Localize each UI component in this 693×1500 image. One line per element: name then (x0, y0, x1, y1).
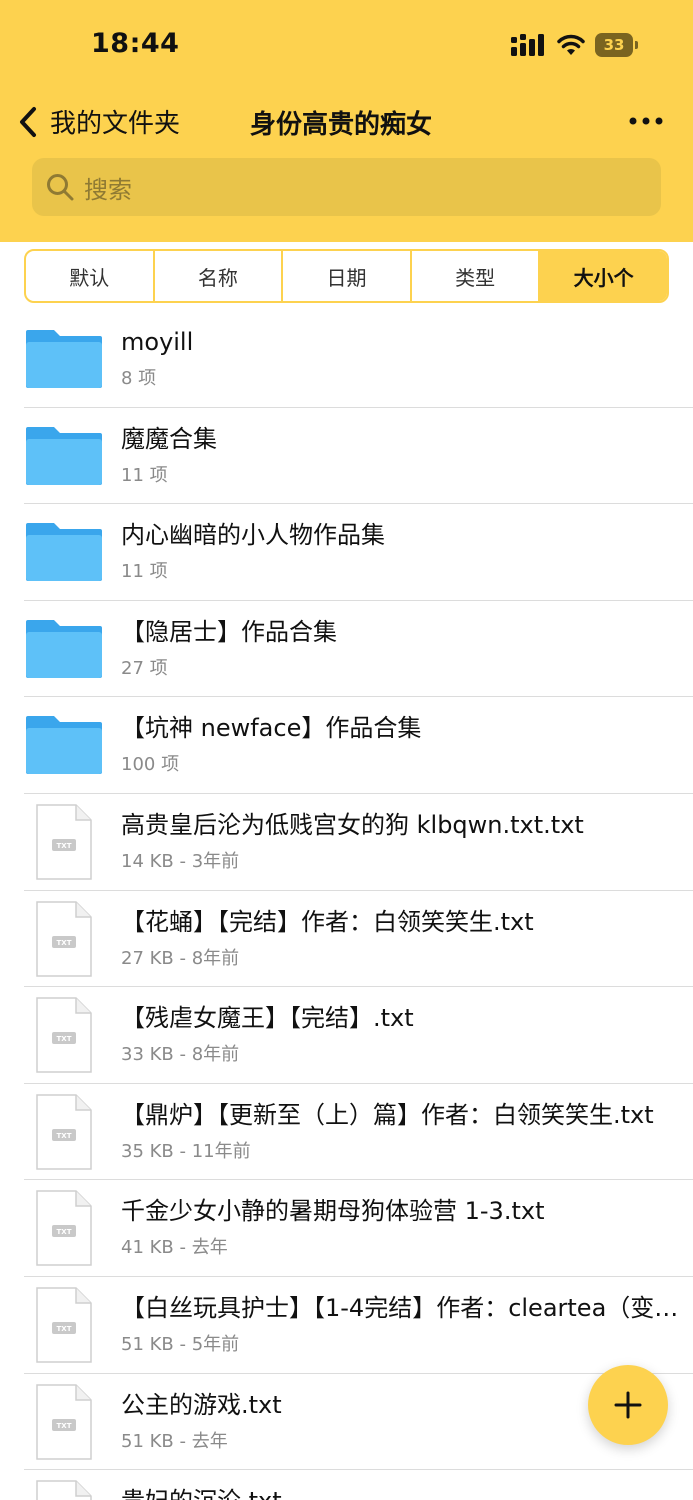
txt-badge: TXT (57, 1035, 72, 1043)
item-name: moyill (121, 328, 194, 356)
txt-file-icon: TXT (36, 900, 92, 977)
txt-badge: TXT (57, 939, 72, 947)
txt-badge: TXT (57, 842, 72, 850)
more-dots-icon (629, 117, 663, 125)
search-icon (47, 174, 74, 201)
back-button[interactable]: 我的文件夹 (18, 103, 180, 140)
list-item[interactable]: moyill 8 项 (0, 310, 693, 407)
folder-icon (26, 716, 102, 775)
divider (24, 1082, 693, 1084)
plus-icon (614, 1391, 642, 1419)
sort-tab-name[interactable]: 名称 (155, 251, 284, 301)
txt-badge: TXT (57, 1132, 72, 1140)
folder-icon (26, 426, 102, 485)
status-time: 18:44 (91, 28, 180, 59)
page-title: 身份高贵的痴女 (250, 110, 433, 140)
item-name: 魔魔合集 (121, 424, 217, 453)
item-name: 千金少女小静的暑期母狗体验营 1-3.txt (121, 1197, 545, 1226)
list-item[interactable]: 【隐居士】作品合集 27 项 (0, 599, 693, 697)
battery-icon: 33 (595, 33, 638, 57)
sort-tab-date[interactable]: 日期 (283, 251, 412, 301)
divider (24, 1275, 693, 1277)
txt-badge: TXT (57, 1228, 72, 1236)
list-item[interactable]: TXT 公主的游戏.txt 51 KB - 去年 (0, 1372, 693, 1470)
search-field[interactable]: 搜索 (32, 158, 661, 216)
item-name: 贵妃的沉沦.txt (121, 1485, 683, 1500)
item-name: 【白丝玩具护士】【1-4完结】作者：cleartea（变… (121, 1293, 679, 1322)
item-name: 【坑神 newface】作品合集 (121, 714, 422, 743)
folder-icon (26, 619, 102, 678)
item-meta: 27 KB - 8年前 (121, 947, 240, 969)
txt-file-icon: TXT (36, 1287, 92, 1363)
divider (24, 696, 693, 698)
add-button[interactable] (588, 1365, 668, 1445)
item-name: 内心幽暗的小人物作品集 (121, 521, 385, 550)
divider (24, 889, 693, 891)
list-item[interactable]: 魔魔合集 11 项 (0, 406, 693, 504)
sort-tab-type[interactable]: 类型 (412, 251, 541, 301)
divider (24, 1179, 693, 1181)
txt-file-icon (36, 1480, 92, 1500)
txt-file-icon: TXT (36, 1094, 92, 1170)
divider (24, 1469, 693, 1471)
txt-badge: TXT (57, 1325, 72, 1333)
item-name: 【隐居士】作品合集 (121, 617, 337, 646)
list-item[interactable]: 【坑神 newface】作品合集 100 项 (0, 696, 693, 793)
txt-file-icon: TXT (36, 997, 92, 1073)
item-name: 高贵皇后沦为低贱宫女的狗 klbqwn.txt.txt (121, 810, 584, 839)
list-item[interactable]: TXT 高贵皇后沦为低贱宫女的狗 klbqwn.txt.txt 14 KB - … (0, 792, 693, 890)
sort-segmented-control: 默认 名称 日期 类型 大小个 (24, 249, 669, 303)
file-list: moyill 8 项 魔魔合集 11 项 内心幽暗的小人物作品集 11 项 【隐… (0, 310, 693, 1500)
top-bar: 18:44 33 我的文件夹 身份高贵的痴女 搜索 (0, 0, 693, 242)
item-name: 【鼎炉】【更新至（上）篇】作者：白领笑笑生.txt (121, 1100, 654, 1129)
list-item[interactable]: 内心幽暗的小人物作品集 11 项 (0, 503, 693, 600)
divider (24, 503, 693, 505)
txt-file-icon: TXT (36, 804, 92, 880)
divider (24, 986, 693, 988)
item-meta: 41 KB - 去年 (121, 1237, 228, 1259)
more-button[interactable] (629, 110, 663, 129)
txt-file-icon: TXT (36, 1190, 92, 1267)
item-meta: 8 项 (121, 368, 157, 389)
folder-icon (26, 330, 102, 388)
search-placeholder: 搜索 (84, 175, 132, 204)
item-meta: 35 KB - 11年前 (121, 1140, 251, 1162)
back-label: 我的文件夹 (50, 109, 181, 139)
list-item[interactable]: TXT 【鼎炉】【更新至（上）篇】作者：白领笑笑生.txt 35 KB - 11… (0, 1082, 693, 1180)
wifi-icon (557, 34, 585, 55)
item-name: 【花蛹】【完结】作者：白领笑笑生.txt (121, 907, 534, 936)
chevron-left-icon (20, 106, 36, 137)
list-item[interactable]: TXT 【花蛹】【完结】作者：白领笑笑生.txt 27 KB - 8年前 (0, 889, 693, 987)
divider (24, 792, 693, 794)
list-item[interactable]: TXT 【残虐女魔王】【完结】.txt 33 KB - 8年前 (0, 986, 693, 1083)
list-item[interactable]: TXT 【白丝玩具护士】【1-4完结】作者：cleartea（变… 51 KB … (0, 1275, 693, 1373)
txt-badge: TXT (57, 1422, 72, 1430)
list-item[interactable]: TXT 千金少女小静的暑期母狗体验营 1-3.txt 41 KB - 去年 (0, 1179, 693, 1276)
divider (24, 1372, 693, 1374)
folder-icon (26, 523, 102, 582)
item-meta: 33 KB - 8年前 (121, 1044, 240, 1066)
sort-tab-size[interactable]: 大小个 (540, 251, 667, 301)
divider (24, 406, 693, 408)
item-name: 【残虐女魔王】【完结】.txt (121, 1004, 414, 1033)
status-icons: 33 (511, 33, 638, 57)
item-meta: 51 KB - 5年前 (121, 1333, 240, 1355)
sort-tab-default[interactable]: 默认 (26, 251, 155, 301)
item-meta: 11 项 (121, 464, 168, 486)
item-meta: 27 项 (121, 657, 168, 679)
item-meta: 100 项 (121, 754, 180, 776)
txt-file-icon: TXT (36, 1383, 92, 1460)
item-meta: 14 KB - 3年前 (121, 850, 240, 872)
divider (24, 599, 693, 601)
item-meta: 11 项 (121, 561, 168, 583)
list-item[interactable]: 贵妃的沉沦.txt (0, 1469, 693, 1500)
cellular-signal-icon (511, 34, 544, 56)
